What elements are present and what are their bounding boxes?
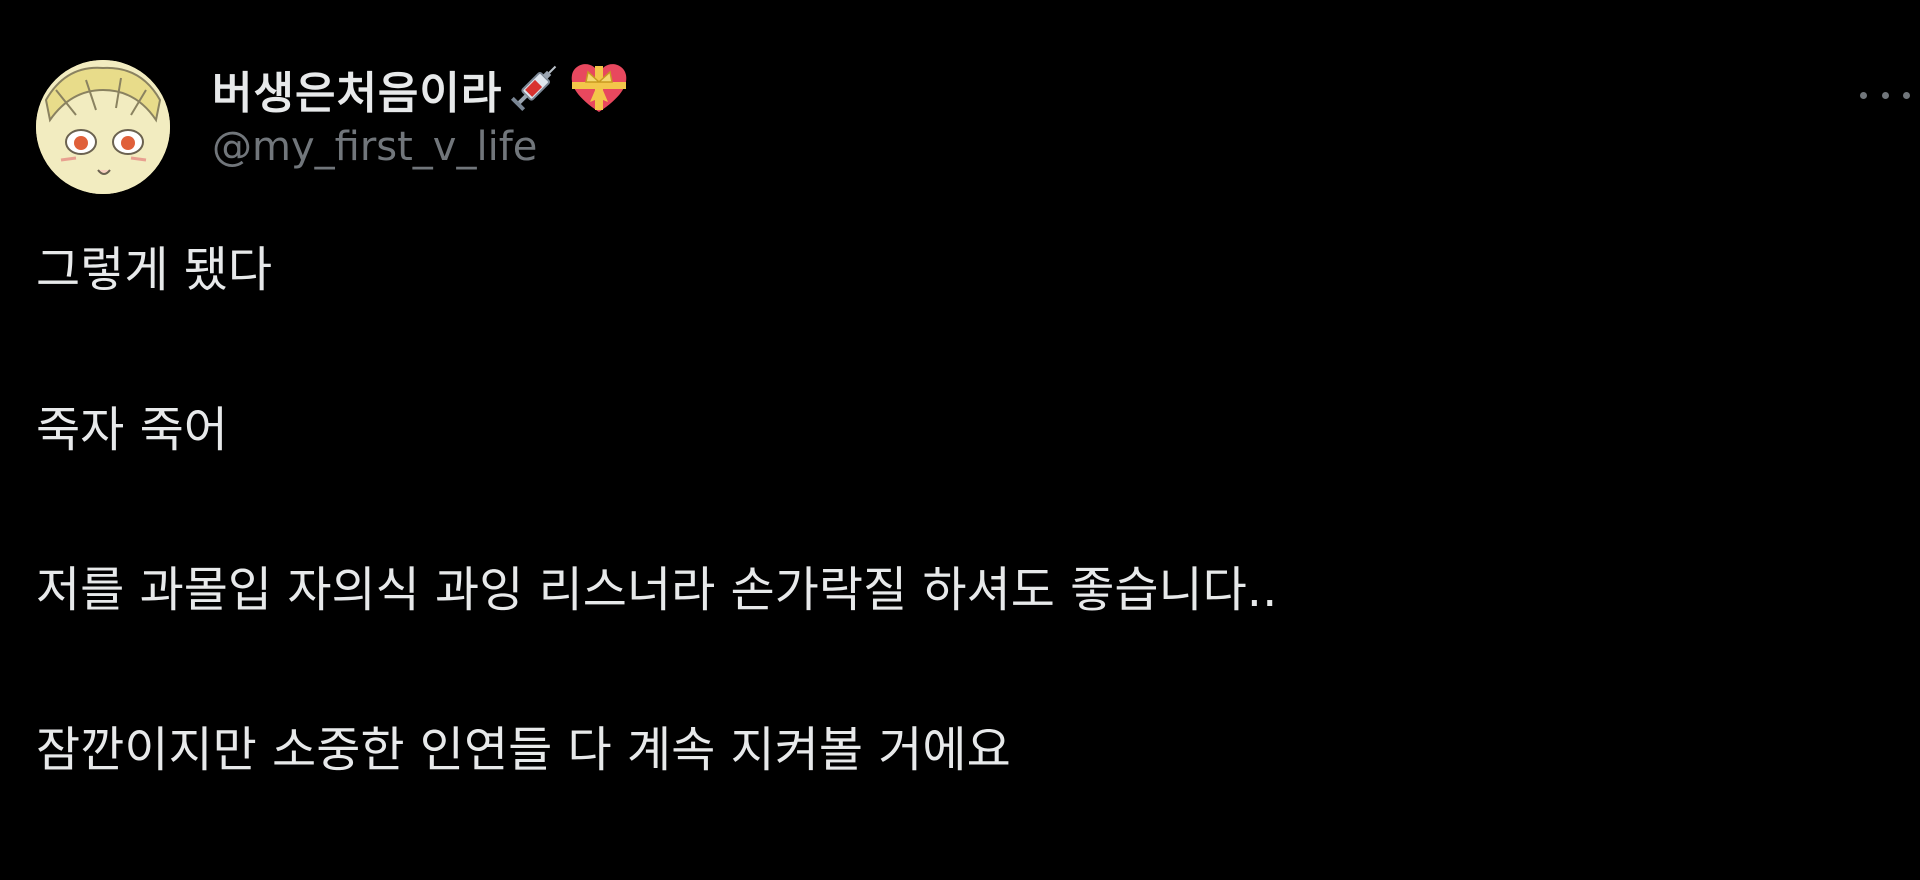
tweet-paragraph: 저를 과몰입 자의식 과잉 리스너라 손가락질 하셔도 좋습니다..: [36, 562, 1278, 618]
display-name[interactable]: 버생은처음이라: [212, 57, 502, 121]
user-handle[interactable]: @my_first_v_life: [212, 124, 630, 170]
tweet-header: 버생은처음이라 @my_first_v_life: [212, 58, 630, 170]
more-dot-icon: [1860, 91, 1867, 99]
avatar[interactable]: [36, 60, 170, 194]
more-options-button[interactable]: [1860, 80, 1910, 110]
avatar-illustration: [36, 60, 170, 194]
tweet-paragraph: 잠깐이지만 소중한 인연들 다 계속 지켜볼 거에요: [36, 722, 1011, 778]
heart-with-ribbon-icon: [568, 58, 630, 120]
more-dot-icon: [1881, 91, 1889, 99]
tweet-paragraph: 그렇게 됐다: [36, 242, 273, 298]
more-dot-icon: [1903, 91, 1910, 99]
syringe-icon: [506, 58, 564, 120]
tweet-paragraph: 죽자 죽어: [36, 402, 228, 458]
tweet-body: 그렇게 됐다 죽자 죽어 저를 과몰입 자의식 과잉 리스너라 손가락질 하셔도…: [36, 240, 1876, 880]
display-name-row: 버생은처음이라: [212, 58, 630, 120]
tweet: 버생은처음이라 @my_first_v_life 그렇게 됐다 죽자 죽어 저를…: [0, 0, 1920, 825]
